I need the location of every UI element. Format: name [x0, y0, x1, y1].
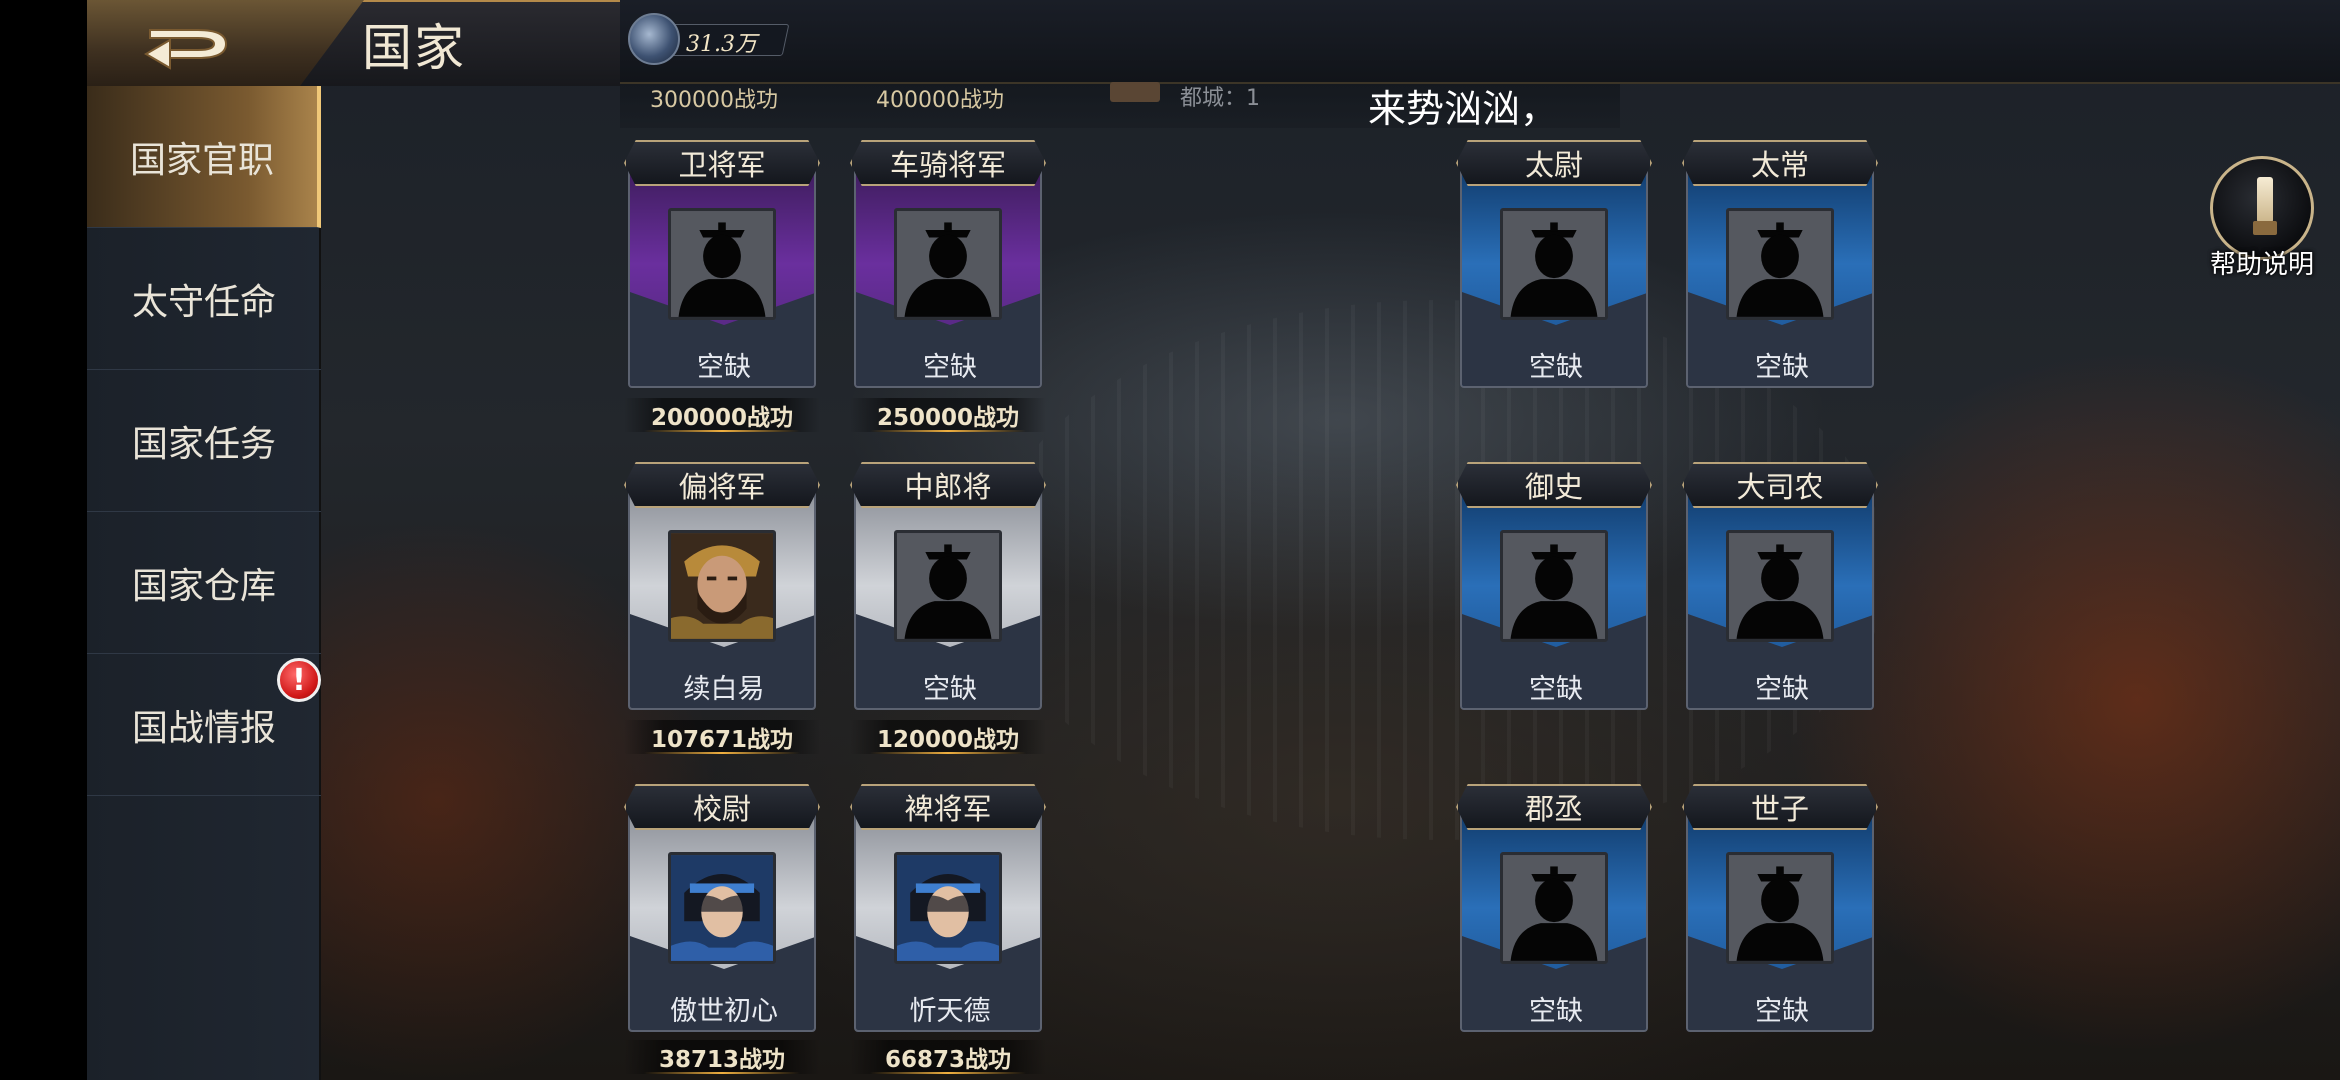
position-card-zhonglang-general[interactable]: 空缺 中郎将 — [850, 462, 1046, 714]
holder-name: 空缺 — [856, 664, 1040, 708]
merit-label: 300000战功 — [650, 88, 778, 113]
holder-name: 空缺 — [856, 342, 1040, 386]
position-card-shizi[interactable]: 空缺 世子 — [1682, 784, 1878, 1036]
position-card-colonel[interactable]: 傲世初心 校尉 — [624, 784, 820, 1036]
holder-name: 空缺 — [1688, 986, 1872, 1030]
help-label: 帮助说明 — [2209, 250, 2314, 280]
position-title: 郡丞 — [1456, 784, 1652, 830]
silhouette-icon — [1500, 530, 1608, 642]
holder-name: 空缺 — [1462, 986, 1646, 1030]
position-title: 御史 — [1456, 462, 1652, 508]
silhouette-icon — [1726, 530, 1834, 642]
position-card-dasinong[interactable]: 空缺 大司农 — [1682, 462, 1878, 714]
sidebar-item-governor-appointment[interactable]: 太守任命 — [87, 228, 321, 370]
holder-name: 续白易 — [630, 664, 814, 708]
merit-requirement: 66873战功 — [850, 1040, 1046, 1074]
merit-label: 400000战功 — [876, 88, 1004, 113]
holder-name: 空缺 — [630, 342, 814, 386]
power-value: 31.3万 — [686, 32, 757, 57]
position-card-taichang[interactable]: 空缺 太常 — [1682, 140, 1878, 392]
young-hero-portrait — [668, 852, 776, 964]
position-title: 太常 — [1682, 140, 1878, 186]
silhouette-icon — [894, 208, 1002, 320]
sidebar-item-label: 国家任务 — [131, 423, 276, 465]
holder-name: 空缺 — [1688, 342, 1872, 386]
merit-requirement: 38713战功 — [624, 1040, 820, 1074]
position-title: 世子 — [1682, 784, 1878, 830]
sidebar-item-national-tasks[interactable]: 国家任务 — [87, 370, 321, 512]
ticker-message: 来势汹汹， — [1368, 87, 1559, 131]
silhouette-icon — [894, 530, 1002, 642]
screen-bezel — [0, 0, 87, 1080]
sidebar-item-label: 国战情报 — [131, 707, 276, 749]
holder-name: 空缺 — [1688, 664, 1872, 708]
position-card-assistant-general[interactable]: 忻天德 裨将军 — [850, 784, 1046, 1036]
position-title: 中郎将 — [850, 462, 1046, 508]
alert-badge: ! — [277, 658, 321, 702]
sidebar-item-official-posts[interactable]: 国家官职 — [87, 86, 321, 228]
position-title: 太尉 — [1456, 140, 1652, 186]
page-title: 国家 — [362, 19, 466, 77]
position-title: 校尉 — [624, 784, 820, 830]
position-card-juncheng[interactable]: 空缺 郡丞 — [1456, 784, 1652, 1036]
help-button[interactable]: 帮助说明 — [2196, 152, 2314, 282]
silhouette-icon — [668, 208, 776, 320]
merit-requirement: 107671战功 — [624, 720, 820, 754]
background-scene — [87, 0, 2340, 1080]
position-card-lieutenant-general[interactable]: 续白易 偏将军 — [624, 462, 820, 714]
ticker-note: 都城：1 — [1180, 86, 1260, 111]
position-card-wei-general[interactable]: 空缺 卫将军 — [624, 140, 820, 392]
position-title: 裨将军 — [850, 784, 1046, 830]
position-card-cavalry-general[interactable]: 空缺 车骑将军 — [850, 140, 1046, 392]
position-title: 车骑将军 — [850, 140, 1046, 186]
sidebar-item-national-warehouse[interactable]: 国家仓库 — [87, 512, 321, 654]
back-button[interactable] — [140, 16, 240, 72]
position-card-taiwei[interactable]: 空缺 太尉 — [1456, 140, 1652, 392]
position-card-yushi[interactable]: 空缺 御史 — [1456, 462, 1652, 714]
young-hero-portrait — [894, 852, 1002, 964]
silhouette-icon — [1500, 208, 1608, 320]
merit-requirement: 250000战功 — [850, 398, 1046, 432]
holder-name: 忻天德 — [856, 986, 1040, 1030]
back-arrow-icon — [144, 29, 228, 70]
sidebar-item-label: 太守任命 — [131, 281, 276, 323]
sidebar: 国家官职 太守任命 国家任务 国家仓库 国战情报 — [87, 86, 321, 1080]
globe-icon — [628, 13, 680, 65]
sidebar-item-label: 国家仓库 — [131, 565, 276, 607]
bearded-general-portrait — [668, 530, 776, 642]
hat-icon — [1110, 82, 1160, 102]
holder-name: 空缺 — [1462, 664, 1646, 708]
silhouette-icon — [1726, 208, 1834, 320]
holder-name: 空缺 — [1462, 342, 1646, 386]
merit-requirement: 120000战功 — [850, 720, 1046, 754]
silhouette-icon — [1500, 852, 1608, 964]
position-title: 偏将军 — [624, 462, 820, 508]
position-title: 卫将军 — [624, 140, 820, 186]
sidebar-item-label: 国家官职 — [129, 139, 274, 181]
power-indicator: 31.3万 — [628, 13, 790, 65]
holder-name: 傲世初心 — [630, 986, 814, 1030]
silhouette-icon — [1726, 852, 1834, 964]
position-title: 大司农 — [1682, 462, 1878, 508]
merit-requirement: 200000战功 — [624, 398, 820, 432]
